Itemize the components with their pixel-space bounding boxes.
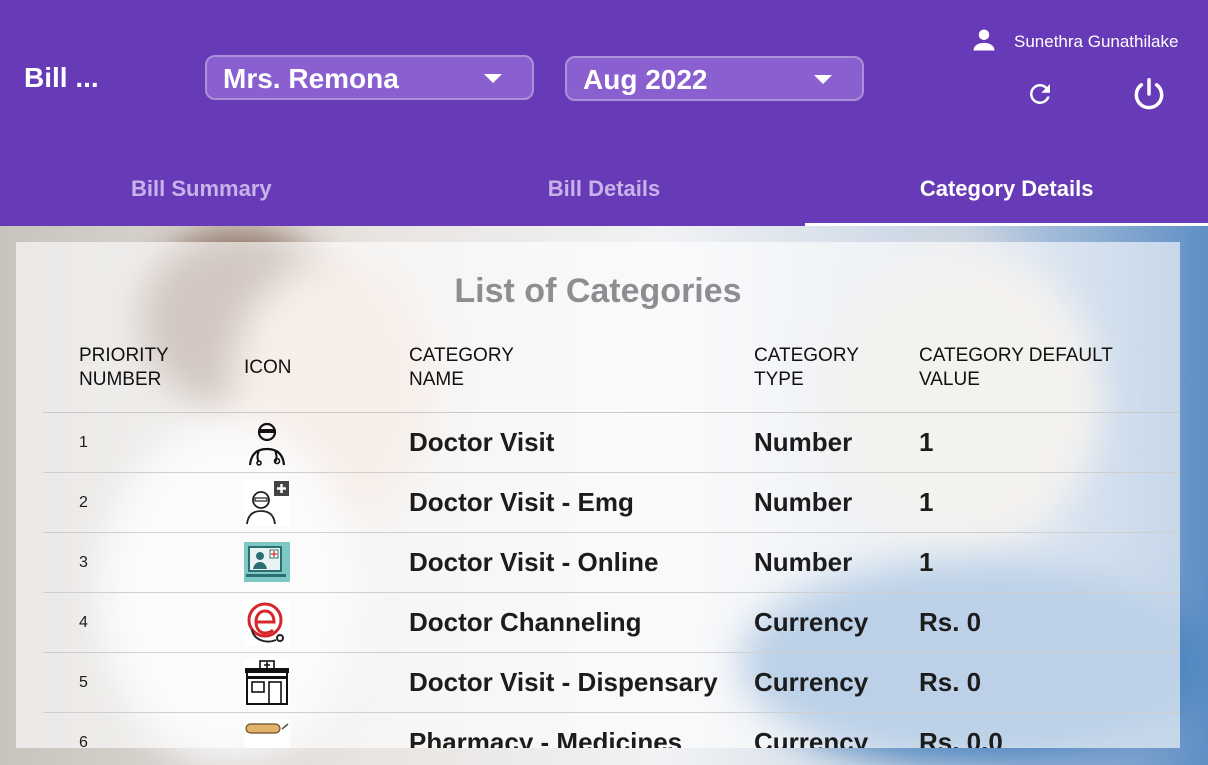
tab-bill-summary[interactable]: Bill Summary <box>0 160 403 226</box>
icon-cell <box>208 652 373 713</box>
table-row[interactable]: 2 Doctor Visit - Emg Number 1 <box>43 472 1180 533</box>
category-default-cell: Rs. 0 <box>883 652 1180 713</box>
app-bar: Bill ... Mrs. Remona Aug 2022 Sunethra G… <box>0 0 1208 226</box>
refresh-button[interactable] <box>1020 76 1060 116</box>
category-name-cell: Doctor Visit - Emg <box>373 472 718 533</box>
category-type-cell: Number <box>718 472 883 533</box>
category-type-cell: Number <box>718 532 883 593</box>
medicine-icon <box>244 719 290 748</box>
table-header-row: PRIORITY NUMBER ICON CATEGORY NAME CATEG… <box>43 342 1180 413</box>
categories-panel: List of Categories PRIORITY NUMBER ICON … <box>16 242 1180 748</box>
power-button[interactable] <box>1129 76 1169 116</box>
table-row[interactable]: 6 Pharmacy - Medicines Currency Rs. 0.0 <box>43 712 1180 748</box>
chevron-down-icon <box>484 74 502 83</box>
table-row[interactable]: 1 Doctor Visit Number 1 <box>43 412 1180 473</box>
table-row[interactable]: 3 Doctor Visit - Online Number 1 <box>43 532 1180 593</box>
priority-cell: 3 <box>43 532 208 593</box>
category-type-cell: Currency <box>718 712 883 748</box>
category-name-cell: Doctor Channeling <box>373 592 718 653</box>
icon-cell <box>208 472 373 533</box>
app-title: Bill ... <box>24 62 99 93</box>
month-select-value: Aug 2022 <box>583 64 708 95</box>
priority-cell: 2 <box>43 472 208 533</box>
category-name-cell: Doctor Visit - Online <box>373 532 718 593</box>
month-select[interactable]: Aug 2022 <box>565 56 864 101</box>
category-default-cell: Rs. 0.0 <box>883 712 1180 748</box>
doctor-icon <box>248 422 286 466</box>
categories-table: PRIORITY NUMBER ICON CATEGORY NAME CATEG… <box>43 342 1180 748</box>
column-header-priority: PRIORITY NUMBER <box>43 342 208 413</box>
category-name-cell: Doctor Visit - Dispensary <box>373 652 718 713</box>
category-name-cell: Pharmacy - Medicines <box>373 712 718 748</box>
icon-cell <box>208 592 373 653</box>
priority-cell: 1 <box>43 412 208 473</box>
icon-cell <box>208 412 373 473</box>
tab-category-details[interactable]: Category Details <box>805 160 1208 226</box>
column-header-icon: ICON <box>208 342 373 413</box>
category-type-cell: Currency <box>718 592 883 653</box>
column-header-default: CATEGORY DEFAULT VALUE <box>883 342 1180 413</box>
refresh-icon <box>1025 79 1055 114</box>
table-row[interactable]: 4 Doctor Channeling Currency Rs. 0 <box>43 592 1180 653</box>
table-row[interactable]: 5 Doctor Visit - Dispensary Currency Rs.… <box>43 652 1180 713</box>
power-icon <box>1130 75 1168 118</box>
icon-cell <box>208 712 373 748</box>
user-name: Sunethra Gunathilake <box>1014 32 1179 51</box>
category-default-cell: Rs. 0 <box>883 592 1180 653</box>
user-info: Sunethra Gunathilake <box>970 28 1178 56</box>
chevron-down-icon <box>814 75 832 84</box>
doctor-emergency-icon <box>244 479 290 526</box>
tab-bar: Bill Summary Bill Details Category Detai… <box>0 160 1208 226</box>
priority-cell: 5 <box>43 652 208 713</box>
customer-select[interactable]: Mrs. Remona <box>205 55 534 100</box>
priority-cell: 6 <box>43 712 208 748</box>
column-header-type: CATEGORY TYPE <box>718 342 883 413</box>
page-title: List of Categories <box>454 272 742 310</box>
category-default-cell: 1 <box>883 472 1180 533</box>
person-icon <box>970 26 998 59</box>
priority-cell: 4 <box>43 592 208 653</box>
echannelling-icon <box>244 599 290 646</box>
online-doctor-icon <box>244 541 290 582</box>
column-header-name: CATEGORY NAME <box>373 342 718 413</box>
category-name-cell: Doctor Visit <box>373 412 718 473</box>
tab-bill-details[interactable]: Bill Details <box>403 160 806 226</box>
dispensary-icon <box>244 659 290 706</box>
category-type-cell: Currency <box>718 652 883 713</box>
category-default-cell: 1 <box>883 412 1180 473</box>
customer-select-value: Mrs. Remona <box>223 63 399 94</box>
category-default-cell: 1 <box>883 532 1180 593</box>
category-type-cell: Number <box>718 412 883 473</box>
icon-cell <box>208 532 373 593</box>
